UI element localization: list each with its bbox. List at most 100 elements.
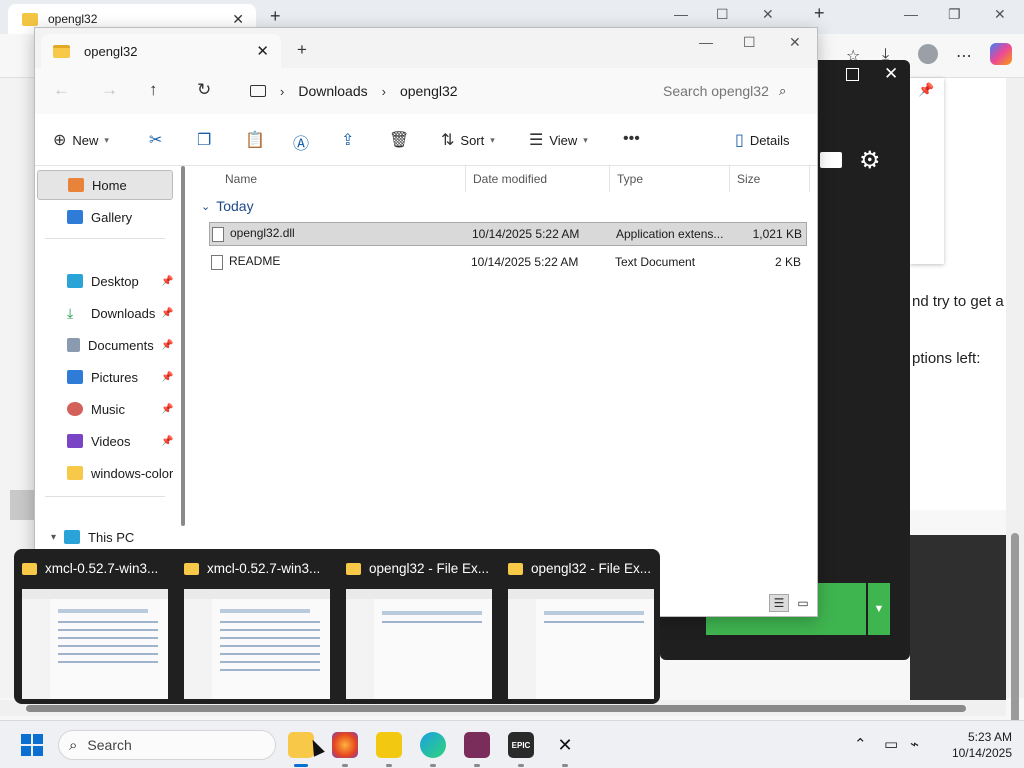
chevron-up-icon[interactable]: ⌃ — [854, 735, 867, 753]
download-icon: ⤓ — [67, 305, 74, 321]
firefox-icon[interactable] — [332, 732, 358, 758]
gallery-icon — [67, 210, 83, 224]
close-icon[interactable]: ✕ — [884, 64, 898, 84]
nav-item-desktop[interactable]: Desktop 📌 — [37, 266, 173, 296]
close-icon[interactable]: ✕ — [994, 6, 1006, 23]
x-icon[interactable]: ✕ — [552, 732, 578, 758]
epic-games-icon[interactable]: EPIC — [508, 732, 534, 758]
explorer-navbar: ← → ↑ ↻ › Downloads › opengl32 ⌕ — [35, 68, 817, 114]
rockstar-launcher-icon[interactable] — [464, 732, 490, 758]
column-header-name[interactable]: Name — [225, 166, 257, 192]
more-button[interactable]: ••• — [623, 130, 640, 148]
nav-item-downloads[interactable]: ⤓ Downloads 📌 — [37, 298, 173, 328]
explorer-body: Home Gallery Desktop 📌 ⤓ Downloads 📌 Doc… — [35, 166, 817, 586]
breadcrumb-downloads[interactable]: Downloads — [298, 83, 367, 99]
network-icon[interactable]: ⌁ — [910, 735, 919, 753]
display-icon[interactable]: ▭ — [884, 735, 898, 753]
pin-icon[interactable]: 📌 — [161, 404, 173, 415]
copilot-icon[interactable] — [990, 43, 1012, 65]
chevron-down-icon[interactable]: ▼ — [868, 583, 890, 635]
new-tab-icon[interactable]: + — [814, 3, 825, 24]
close-icon[interactable]: ✕ — [762, 6, 774, 23]
computer-icon — [250, 85, 266, 97]
file-row[interactable]: README 10/14/2025 5:22 AM Text Document … — [209, 250, 807, 274]
search-box[interactable]: ⌕ — [649, 76, 809, 106]
details-button[interactable]: ▯ Details — [735, 130, 790, 150]
file-row[interactable]: opengl32.dll 10/14/2025 5:22 AM Applicat… — [209, 222, 807, 246]
close-icon[interactable]: ✕ — [256, 42, 269, 60]
refresh-icon[interactable]: ↻ — [197, 80, 211, 100]
breadcrumb-opengl32[interactable]: opengl32 — [400, 83, 458, 99]
group-header-today[interactable]: ⌄ Today — [201, 198, 254, 214]
windows-start-icon[interactable] — [21, 734, 43, 756]
maximize-icon[interactable]: ☐ — [716, 6, 729, 23]
copy-button[interactable]: ❐ — [197, 130, 211, 150]
back-icon[interactable]: ← — [53, 80, 70, 100]
pin-icon[interactable]: 📌 — [161, 308, 173, 319]
nav-scrollbar[interactable] — [181, 166, 185, 526]
tiles-view-icon[interactable]: ▭ — [793, 594, 813, 612]
delete-button[interactable]: 🗑 — [389, 130, 409, 150]
edge-icon[interactable] — [420, 732, 446, 758]
folder-icon[interactable] — [820, 152, 842, 168]
nav-item-gallery[interactable]: Gallery — [37, 202, 173, 232]
thumbnail-window[interactable]: opengl32 - File Ex... — [340, 549, 496, 704]
close-icon[interactable]: ✕ — [789, 34, 801, 51]
pin-icon[interactable]: 📌 — [161, 276, 173, 287]
window-preview — [22, 589, 168, 699]
nav-item-documents[interactable]: Documents 📌 — [37, 330, 173, 360]
sort-button[interactable]: ⇅ Sort ▾ — [441, 130, 495, 150]
taskbar-search[interactable]: ⌕ Search — [58, 730, 276, 760]
restore-icon[interactable]: ❐ — [948, 6, 961, 23]
chevron-down-icon[interactable]: ▾ — [51, 532, 56, 543]
new-tab-icon[interactable]: + — [297, 40, 307, 60]
page-text: nd try to get a — [912, 293, 1004, 310]
chevron-right-icon[interactable]: › — [280, 84, 284, 99]
more-icon[interactable]: ⋯ — [956, 46, 972, 66]
gear-icon[interactable]: ⚙ — [859, 146, 881, 175]
nav-item-this-pc[interactable]: ▾ This PC — [37, 522, 173, 552]
new-button[interactable]: ⊕ New ▾ — [53, 130, 109, 150]
maximize-icon[interactable]: ☐ — [743, 34, 756, 51]
minimize-icon[interactable]: — — [904, 6, 918, 22]
cut-button[interactable]: ✂ — [149, 130, 162, 150]
column-header-date[interactable]: Date modified — [473, 166, 547, 192]
chevron-right-icon[interactable]: › — [382, 84, 386, 99]
pin-icon[interactable]: 📌 — [161, 372, 173, 383]
forward-icon[interactable]: → — [101, 80, 118, 100]
clock[interactable]: 5:23 AM 10/14/2025 — [942, 729, 1012, 761]
avatar[interactable] — [918, 44, 938, 64]
power-bi-icon[interactable] — [376, 732, 402, 758]
minimize-icon[interactable]: — — [699, 34, 713, 50]
maximize-icon[interactable] — [846, 68, 859, 81]
view-button[interactable]: ☰ View ▾ — [529, 130, 588, 150]
nav-item-videos[interactable]: Videos 📌 — [37, 426, 173, 456]
close-icon[interactable]: ✕ — [232, 11, 244, 28]
thumbnail-window[interactable]: xmcl-0.52.7-win3... — [178, 549, 334, 704]
window-preview — [184, 589, 330, 699]
pin-icon[interactable]: 📌 — [161, 340, 173, 351]
address-bar[interactable]: › Downloads › opengl32 — [240, 76, 640, 106]
explorer-tab[interactable]: opengl32 ✕ — [41, 34, 281, 68]
rename-button[interactable]: Ⓐ — [293, 130, 309, 154]
thumbnail-window[interactable]: xmcl-0.52.7-win3... — [16, 549, 172, 704]
new-tab-icon[interactable]: + — [270, 6, 281, 27]
folder-icon — [22, 12, 38, 26]
nav-item-folder[interactable]: windows-color- — [37, 458, 173, 488]
pin-icon[interactable]: 📌 — [161, 436, 173, 447]
vertical-scrollbar[interactable] — [1006, 78, 1024, 755]
paste-button[interactable]: 📋 — [245, 130, 265, 150]
minimize-icon[interactable]: — — [674, 6, 688, 22]
paste-icon: 📋 — [245, 132, 265, 149]
share-button[interactable]: ⇪ — [341, 130, 354, 150]
details-view-icon[interactable]: ☰ — [769, 594, 789, 612]
column-header-size[interactable]: Size — [737, 166, 760, 192]
nav-item-pictures[interactable]: Pictures 📌 — [37, 362, 173, 392]
thumbnail-window[interactable]: opengl32 - File Ex... — [502, 549, 658, 704]
nav-item-music[interactable]: Music 📌 — [37, 394, 173, 424]
nav-item-home[interactable]: Home — [37, 170, 173, 200]
up-icon[interactable]: ↑ — [149, 80, 158, 100]
pin-icon[interactable]: 📌 — [918, 82, 934, 98]
search-input[interactable] — [663, 83, 773, 99]
column-header-type[interactable]: Type — [617, 166, 643, 192]
